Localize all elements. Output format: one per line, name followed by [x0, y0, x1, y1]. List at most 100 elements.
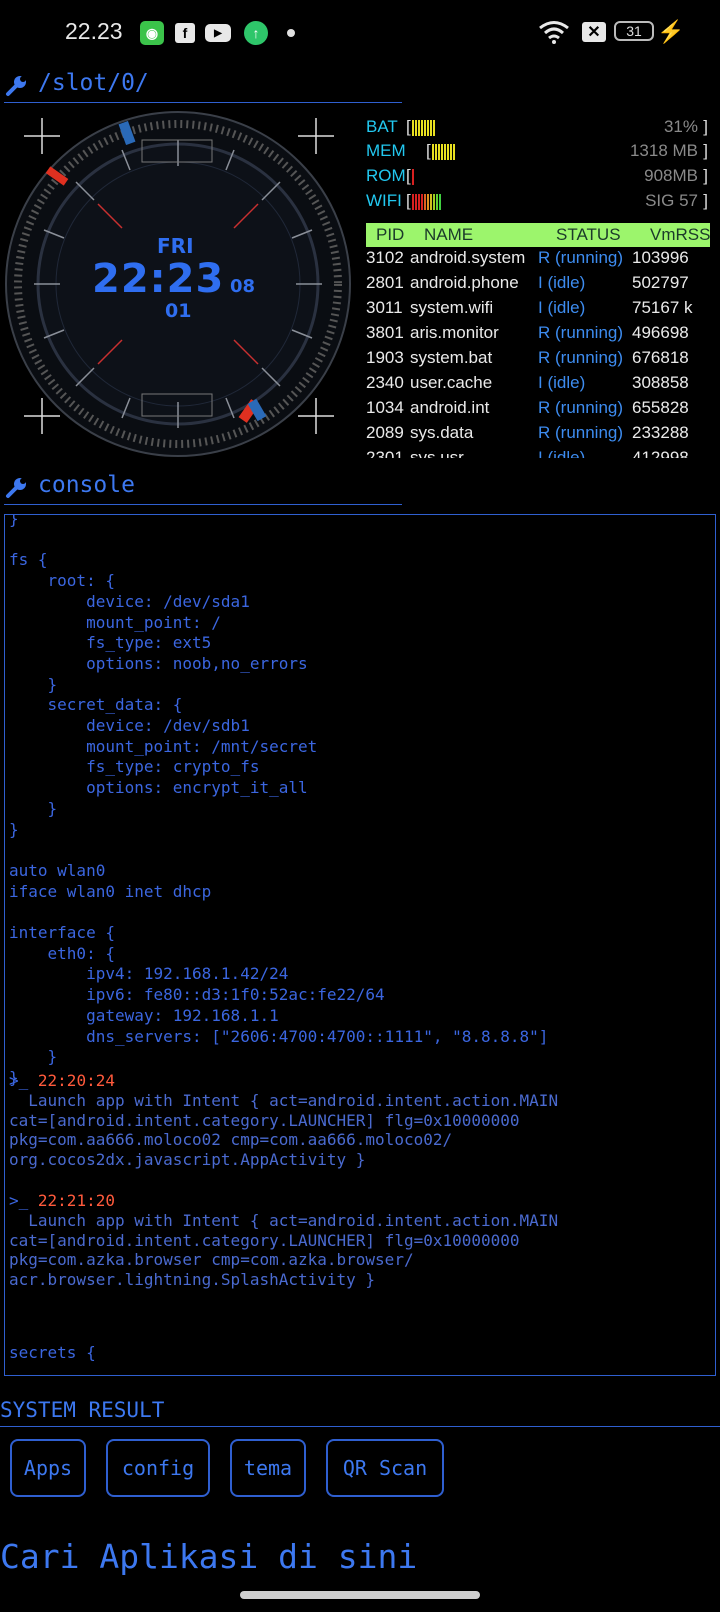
- process-status: I (idle): [538, 373, 586, 392]
- battery-bar: [412, 120, 435, 136]
- log-timestamp: 22:20:24: [37, 1071, 115, 1090]
- process-pid: 3102: [366, 248, 404, 267]
- console-line: ipv6: fe80::d3:1f0:52ac:fe22/64: [9, 985, 385, 1005]
- header-name: NAME: [424, 225, 474, 244]
- charging-icon: ⚡: [657, 19, 685, 44]
- process-pid: 2801: [366, 273, 404, 292]
- process-pid: 3011: [366, 298, 403, 317]
- stat-label: WIFI: [366, 191, 402, 210]
- stat-value: 1318 MB: [629, 141, 698, 160]
- upload-icon: ↑: [244, 21, 268, 45]
- process-table[interactable]: PID NAME STATUS VmRSS 3102 android.system…: [366, 220, 710, 458]
- wrench-icon: [6, 478, 26, 498]
- log-line: pkg=com.azka.browser cmp=com.azka.browse…: [9, 1250, 414, 1269]
- console-line: device: /dev/sdb1: [9, 716, 250, 735]
- log-entry-header: >_ 22:20:24: [9, 1071, 115, 1090]
- stat-wifi: WIFI [ SIG 57 ]: [366, 191, 708, 210]
- search-input[interactable]: Cari Aplikasi di sini: [0, 1537, 417, 1576]
- clock-seconds: 08: [230, 276, 256, 297]
- rom-bar: [412, 169, 414, 185]
- process-pid: 3801: [366, 323, 404, 342]
- process-mem: 103996: [632, 248, 689, 267]
- log-entry-header: >_ 22:21:20: [9, 1191, 115, 1210]
- log-line: org.cocos2dx.javascript.AppActivity }: [9, 1149, 366, 1169]
- process-name: android.int: [410, 398, 490, 417]
- android-icon: ◉: [140, 21, 164, 45]
- header-status: STATUS: [556, 225, 621, 244]
- prompt-icon: >_: [9, 1191, 29, 1210]
- header-vmrss: VmRSS: [650, 225, 710, 244]
- console-line: mount_point: /: [9, 612, 221, 632]
- process-row: 3011 system.wifi I (idle) 75167 k: [366, 298, 710, 323]
- home-indicator[interactable]: [240, 1591, 480, 1599]
- console-header: console: [4, 472, 402, 505]
- process-mem: 233288: [632, 423, 689, 442]
- process-row: 1903 system.bat R (running) 676818: [366, 348, 710, 373]
- process-mem: 676818: [632, 348, 689, 367]
- console-line: }: [9, 1047, 58, 1067]
- process-row: 1034 android.int R (running) 655828: [366, 398, 710, 423]
- config-button[interactable]: config: [106, 1439, 210, 1497]
- stat-value: SIG 57: [645, 191, 698, 210]
- log-line: pkg=com.aa666.moloco02 cmp=com.aa666.mol…: [9, 1130, 453, 1149]
- console-line: options: noob,no_errors: [9, 653, 308, 673]
- apps-button[interactable]: Apps: [10, 1439, 86, 1497]
- console-output[interactable]: } fs { root: { device: /dev/sda1 mount_po…: [4, 514, 716, 1376]
- log-line: Launch app with Intent { act=android.int…: [9, 1091, 559, 1110]
- console-line: options: encrypt_it_all: [9, 778, 308, 798]
- process-row: 3801 aris.monitor R (running) 496698: [366, 323, 710, 348]
- log-line: cat=[android.intent.category.LAUNCHER] f…: [9, 1110, 520, 1130]
- wifi-icon: [539, 21, 569, 44]
- console-line: mount_point: /mnt/secret: [9, 736, 318, 756]
- process-row: 2340 user.cache I (idle) 308858: [366, 373, 710, 398]
- process-pid: 1903: [366, 348, 404, 367]
- clock-day: FRI: [157, 234, 194, 258]
- console-line: iface wlan0 inet dhcp: [9, 881, 212, 901]
- process-status: R (running): [538, 248, 624, 267]
- process-row: 2801 android.phone I (idle) 502797: [366, 273, 710, 298]
- process-name: system.bat: [410, 348, 493, 367]
- console-line: }: [9, 798, 58, 818]
- prompt-icon: >_: [9, 1071, 29, 1090]
- status-bar: 22.23 ◉ f ▶ ↑ ✕ 31 ⚡: [0, 0, 720, 64]
- divider: [0, 1426, 720, 1427]
- console-line: }: [9, 514, 19, 528]
- process-pid: 1034: [366, 398, 404, 417]
- process-mem: 502797: [632, 273, 689, 292]
- stat-memory: MEM [ 1318 MB ]: [366, 141, 708, 160]
- process-status: R (running): [538, 323, 624, 342]
- process-status: I (idle): [538, 448, 586, 458]
- slot-header: /slot/0/: [4, 70, 402, 103]
- console-line: ipv4: 192.168.1.42/24: [9, 964, 289, 984]
- console-line: root: {: [9, 571, 115, 591]
- qr-scan-button[interactable]: QR Scan: [326, 1439, 444, 1497]
- console-line: dns_servers: ["2606:4700:4700::1111", "8…: [9, 1026, 549, 1046]
- clock-date: 01: [165, 300, 192, 322]
- stat-label: ROM: [366, 166, 406, 185]
- tema-button[interactable]: tema: [230, 1439, 306, 1497]
- console-line: secrets {: [9, 1343, 96, 1362]
- console-line: }: [9, 819, 19, 839]
- console-line: fs {: [9, 550, 48, 570]
- process-status: R (running): [538, 423, 624, 442]
- console-line: secret_data: {: [9, 695, 183, 715]
- battery-icon: 31: [614, 21, 654, 41]
- process-name: system.wifi: [410, 298, 494, 317]
- console-line: fs_type: crypto_fs: [9, 757, 260, 777]
- process-table-header: PID NAME STATUS VmRSS: [366, 223, 710, 247]
- process-pid: 2089: [366, 423, 404, 442]
- process-pid: 2340: [366, 373, 404, 392]
- log-line: cat=[android.intent.category.LAUNCHER] f…: [9, 1230, 520, 1250]
- sim-icon: ✕: [582, 22, 606, 42]
- process-name: sys.data: [410, 423, 474, 442]
- process-row: 2301 sys.usr I (idle) 412998: [366, 448, 710, 458]
- process-name: android.phone: [410, 273, 519, 292]
- clock-widget[interactable]: FRI 22:23 08 01: [2, 110, 354, 458]
- process-status: R (running): [538, 348, 624, 367]
- console-line: eth0: {: [9, 943, 115, 963]
- console-line: auto wlan0: [9, 860, 106, 880]
- process-status: I (idle): [538, 298, 586, 317]
- facebook-icon: f: [175, 23, 195, 43]
- stat-label: BAT: [366, 117, 398, 136]
- process-status: I (idle): [538, 273, 586, 292]
